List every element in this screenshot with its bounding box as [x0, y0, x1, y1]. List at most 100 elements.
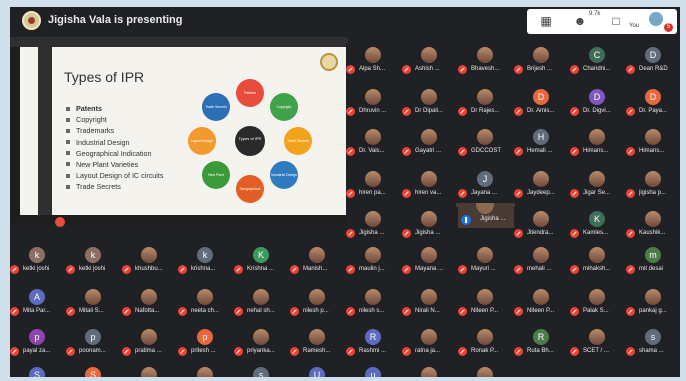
participant-tile[interactable]: Jitendra... — [514, 207, 570, 243]
participant-tile[interactable]: J Jayana ... — [458, 167, 514, 203]
participant-tile[interactable]: p payal za... — [10, 325, 66, 361]
participant-tile[interactable]: K Kamles... — [570, 207, 626, 243]
participant-tile[interactable]: k ketki joshi — [10, 243, 66, 279]
participant-tile[interactable]: pankaj g... — [626, 285, 680, 321]
mic-off-icon — [626, 265, 635, 274]
chat-icon[interactable]: □ — [605, 12, 627, 30]
grid-layout-icon[interactable]: ▦ — [535, 12, 557, 30]
participant-tile[interactable]: Palak S... — [570, 285, 626, 321]
participant-tile[interactable]: Dr Dipali... — [402, 85, 458, 121]
participant-tile[interactable]: Nirali N... — [402, 285, 458, 321]
participant-tile[interactable]: m mit desai — [626, 243, 680, 279]
participant-name: Kamles... — [583, 230, 609, 236]
participant-tile[interactable]: Dhruvin ... — [346, 85, 402, 121]
participant-tile[interactable]: maulin j... — [346, 243, 402, 279]
participant-name: Nirali N... — [415, 308, 440, 314]
participant-tile[interactable]: p poonam... — [66, 325, 122, 361]
participant-tile[interactable]: D Dr. Paya... — [626, 85, 680, 121]
participant-tile[interactable]: mehali ... — [514, 243, 570, 279]
meeting-window: Jigisha Vala is presenting ▦ ☻ 9.7k □ Yo… — [10, 7, 680, 377]
participant-tile[interactable]: K Krishna ... — [234, 243, 290, 279]
participant-tile[interactable]: Himans... — [570, 125, 626, 161]
participant-avatar — [589, 247, 605, 263]
participant-tile[interactable]: ratna ja... — [402, 325, 458, 361]
participant-tile[interactable]: hiren va... — [402, 167, 458, 203]
participant-tile[interactable]: Niteen P... — [458, 285, 514, 321]
participant-tile[interactable]: GDCCOST — [458, 125, 514, 161]
participant-tile[interactable]: H Hemali ... — [514, 125, 570, 161]
participant-tile[interactable]: SShruti S... — [10, 363, 66, 377]
people-icon[interactable]: ☻ — [569, 12, 591, 30]
participant-tile[interactable]: D Dr. Digvi... — [570, 85, 626, 121]
participant-tile[interactable]: nilesh p... — [290, 285, 346, 321]
participant-tile[interactable]: k krishna... — [178, 243, 234, 279]
participant-tile[interactable]: Dr. Vais... — [346, 125, 402, 161]
participant-tile[interactable]: Niteen P... — [514, 285, 570, 321]
participant-name: pankaj g... — [639, 308, 667, 314]
participant-tile[interactable]: s shama ... — [626, 325, 680, 361]
participant-tile[interactable]: Nafotta... — [122, 285, 178, 321]
participant-tile[interactable]: zankhan... — [458, 363, 514, 377]
participant-tile[interactable]: Himans... — [626, 125, 680, 161]
participant-tile[interactable]: Jigisha ... — [402, 207, 458, 243]
mic-off-icon — [626, 107, 635, 116]
participant-tile[interactable]: Jigisha ... — [346, 207, 402, 243]
participant-avatar — [589, 171, 605, 187]
participant-tile[interactable]: k ketki joshi — [66, 243, 122, 279]
participant-tile[interactable]: UUmang ... — [290, 363, 346, 377]
participant-tile[interactable]: C Chandni... — [570, 43, 626, 79]
you-avatar[interactable] — [649, 12, 663, 26]
participant-tile[interactable]: Kaushik... — [626, 207, 680, 243]
participant-tile[interactable]: Brijesh ... — [514, 43, 570, 79]
participant-tile[interactable]: Ronak P... — [458, 325, 514, 361]
mic-off-icon — [570, 65, 579, 74]
participant-name: Niteen P... — [471, 308, 499, 314]
participant-tile[interactable]: sswati sh... — [234, 363, 290, 377]
participant-tile[interactable]: mihaksh... — [570, 243, 626, 279]
participant-tile[interactable]: neeta ch... — [178, 285, 234, 321]
participant-tile[interactable]: Jigar Se... — [570, 167, 626, 203]
participant-avatar — [477, 367, 493, 377]
participant-avatar — [533, 211, 549, 227]
participant-name: ratna ja... — [415, 348, 441, 354]
participant-tile[interactable]: uutpal pa... — [346, 363, 402, 377]
participant-tile[interactable]: Jaydeep... — [514, 167, 570, 203]
participant-tile[interactable]: Mayana ... — [402, 243, 458, 279]
participant-tile[interactable]: pratima ... — [122, 325, 178, 361]
participant-tile[interactable]: R Rashmi ... — [346, 325, 402, 361]
participant-name: Dr. Digvi... — [583, 108, 611, 114]
participant-tile[interactable]: Dr Rajes... — [458, 85, 514, 121]
participant-tile[interactable]: nilesh s... — [346, 285, 402, 321]
participant-tile[interactable]: nehal sh... — [234, 285, 290, 321]
participant-tile[interactable]: p pritesh ... — [178, 325, 234, 361]
participant-tile[interactable]: Manish... — [290, 243, 346, 279]
participant-tile[interactable]: D Dean R&D — [626, 43, 680, 79]
participant-tile[interactable]: priyanka... — [234, 325, 290, 361]
mic-off-icon[interactable] — [55, 217, 65, 227]
participant-tile[interactable]: khushbu... — [122, 243, 178, 279]
participant-tile[interactable]: hiren pa... — [346, 167, 402, 203]
participant-tile[interactable]: jigisha p... — [626, 167, 680, 203]
participant-tile[interactable]: A Mita Par... — [10, 285, 66, 321]
participant-tile[interactable]: Bhavesh... — [458, 43, 514, 79]
participant-tile[interactable]: SSoumita... — [66, 363, 122, 377]
mic-off-icon — [234, 347, 243, 356]
mic-off-icon — [570, 347, 579, 356]
participant-tile[interactable]: D Dr. Amis... — [514, 85, 570, 121]
participant-tile[interactable]: Ramesh... — [290, 325, 346, 361]
participant-tile[interactable]: srujal ra... — [122, 363, 178, 377]
participant-name: mehali ... — [527, 266, 552, 272]
share-footer — [10, 215, 348, 227]
participant-tile[interactable]: Alpa Sh... — [346, 43, 402, 79]
participant-name: ketki joshi — [23, 266, 50, 272]
mic-off-icon — [626, 147, 635, 156]
participant-tile[interactable]: SCET / ... — [570, 325, 626, 361]
participant-tile[interactable]: Ashish ... — [402, 43, 458, 79]
participant-tile[interactable]: Mitali S... — [66, 285, 122, 321]
slide-title: Types of IPR — [64, 69, 145, 85]
participant-tile[interactable]: Vaibhav... — [402, 363, 458, 377]
participant-tile[interactable]: R Ruta Bh... — [514, 325, 570, 361]
participant-tile[interactable]: Mayuri ... — [458, 243, 514, 279]
participant-tile[interactable]: Gayatri ... — [402, 125, 458, 161]
participant-tile[interactable]: sudhir y... — [178, 363, 234, 377]
